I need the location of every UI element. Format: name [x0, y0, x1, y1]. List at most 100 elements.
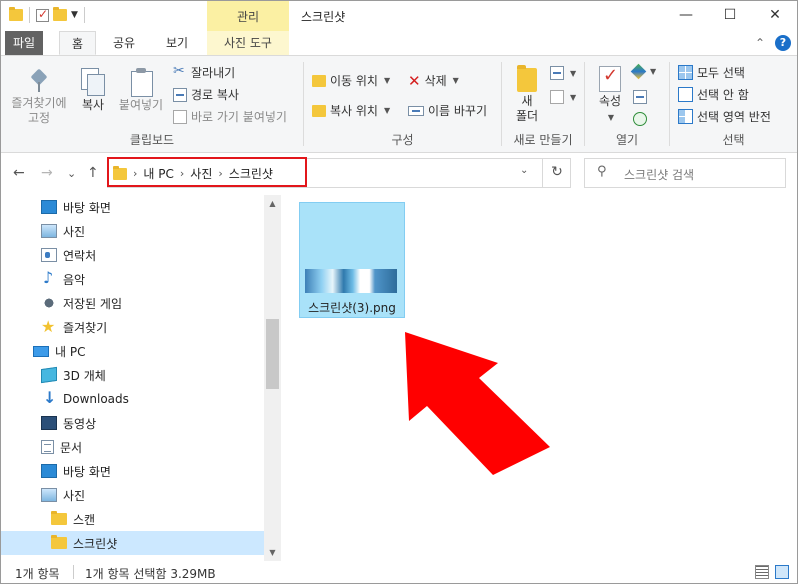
copy-path-icon	[173, 87, 187, 102]
move-to-button[interactable]: 이동 위치 ▼	[312, 72, 390, 89]
minimize-button[interactable]: —	[664, 1, 708, 31]
tree-item-desktop-2[interactable]: 바탕 화면	[41, 459, 111, 483]
ribbon: 즐겨찾기에고정 복사 붙여넣기 잘라내기 경로 복사 바로 가기 붙여넣기	[1, 55, 797, 153]
tab-share[interactable]: 공유	[101, 31, 147, 55]
chevron-down-icon: ▼	[452, 76, 459, 85]
scroll-up-icon[interactable]: ▲	[264, 195, 281, 212]
easy-access-button[interactable]: ▼	[550, 90, 576, 104]
properties-quick-icon[interactable]	[36, 7, 49, 22]
edit-button[interactable]	[633, 90, 647, 104]
folder-icon	[9, 7, 23, 21]
tree-item-pictures[interactable]: 사진	[41, 219, 85, 243]
desktop-icon	[41, 464, 57, 478]
paste-shortcut-label: 바로 가기 붙여넣기	[191, 110, 287, 124]
delete-button[interactable]: ✕ 삭제 ▼	[408, 72, 459, 89]
rename-button[interactable]: 이름 바꾸기	[408, 102, 487, 119]
tree-item-music[interactable]: 음악	[41, 267, 85, 291]
invert-selection-button[interactable]: 선택 영역 반전	[678, 108, 771, 125]
navigation-scrollbar[interactable]: ▲ ▼	[264, 195, 281, 561]
move-to-label: 이동 위치	[330, 74, 378, 88]
delete-label: 삭제	[424, 74, 447, 88]
tree-item-favorites[interactable]: 즐겨찾기	[41, 315, 107, 339]
documents-icon	[41, 440, 54, 454]
tab-picture-tools[interactable]: 사진 도구	[207, 31, 289, 55]
new-item-button[interactable]: ▼	[550, 66, 576, 80]
tree-item-label: 사진	[63, 488, 86, 503]
large-icons-view-icon[interactable]	[775, 565, 789, 579]
paste-button[interactable]: 붙여넣기	[113, 68, 169, 113]
details-view-icon[interactable]	[755, 565, 769, 579]
open-button[interactable]: ▼	[630, 63, 657, 80]
status-bar: 1개 항목 1개 항목 선택함 3.29MB	[1, 561, 797, 583]
refresh-button[interactable]: ↻	[542, 158, 571, 188]
quick-access-toolbar: ▼	[9, 7, 87, 23]
group-label-new: 새로 만들기	[513, 133, 573, 147]
pictures-icon	[41, 488, 57, 502]
tree-item-screenshots[interactable]: 스크린샷	[1, 531, 264, 555]
recent-locations-button[interactable]: ⌄	[67, 167, 76, 180]
back-button[interactable]: ←	[13, 165, 25, 181]
group-open: 속성 ▼ ▼ 열기	[585, 56, 669, 152]
status-separator	[73, 565, 74, 579]
file-name-label: 스크린샷(3).png	[308, 301, 396, 315]
up-button[interactable]: ↑	[87, 165, 99, 181]
tree-item-videos[interactable]: 동영상	[41, 411, 96, 435]
forward-button[interactable]: →	[41, 165, 53, 181]
new-folder-quick-icon[interactable]	[53, 7, 67, 21]
customize-toolbar-dropdown-icon[interactable]: ▼	[71, 10, 78, 20]
group-label-select: 선택	[722, 133, 745, 147]
new-folder-button[interactable]: 새 폴더	[512, 65, 542, 124]
tree-item-desktop[interactable]: 바탕 화면	[41, 195, 111, 219]
tree-item-this-pc[interactable]: 내 PC	[33, 339, 85, 363]
paste-shortcut-icon	[173, 109, 187, 124]
tree-item-scans[interactable]: 스캔	[51, 507, 95, 531]
rename-icon	[408, 105, 424, 116]
group-new: 새 폴더 ▼ ▼ 새로 만들기	[502, 56, 584, 152]
copy-path-button[interactable]: 경로 복사	[173, 86, 239, 103]
group-label-clipboard: 클립보드	[129, 133, 175, 147]
videos-icon	[41, 416, 57, 430]
collapse-ribbon-icon[interactable]: ⌃	[755, 36, 765, 50]
history-button[interactable]	[633, 112, 647, 126]
status-item-count: 1개 항목	[15, 567, 60, 581]
rename-label: 이름 바꾸기	[428, 104, 488, 118]
properties-button[interactable]: 속성 ▼	[593, 66, 627, 125]
address-dropdown-icon[interactable]: ⌄	[520, 165, 528, 176]
tree-item-saved-games[interactable]: 저장된 게임	[41, 291, 122, 315]
folder-icon	[51, 535, 67, 549]
tab-file[interactable]: 파일	[5, 31, 43, 55]
scrollbar-thumb[interactable]	[266, 319, 279, 389]
copy-to-button[interactable]: 복사 위치 ▼	[312, 102, 390, 119]
close-button[interactable]: ✕	[753, 1, 797, 31]
select-none-button[interactable]: 선택 안 함	[678, 86, 749, 103]
3d-objects-icon	[41, 366, 57, 384]
help-icon[interactable]: ?	[775, 35, 791, 51]
new-folder-label-2: 폴더	[515, 109, 539, 123]
chevron-down-icon: ▼	[570, 68, 577, 78]
tree-item-label: 내 PC	[55, 344, 86, 359]
scroll-down-icon[interactable]: ▼	[264, 544, 281, 561]
chevron-down-icon: ▼	[650, 67, 657, 76]
maximize-button[interactable]: ☐	[708, 1, 752, 31]
tab-home[interactable]: 홈	[59, 31, 97, 55]
tree-item-pictures-2[interactable]: 사진	[41, 483, 85, 507]
copy-button[interactable]: 복사	[73, 68, 113, 113]
tree-item-label: 바탕 화면	[63, 200, 111, 215]
cut-button[interactable]: 잘라내기	[173, 63, 235, 81]
ribbon-tab-row: 파일 홈 공유 보기 사진 도구 ⌃ ?	[1, 31, 797, 55]
tab-view[interactable]: 보기	[154, 31, 200, 55]
copy-to-label: 복사 위치	[330, 104, 378, 118]
tree-item-downloads[interactable]: Downloads	[41, 387, 129, 411]
tree-item-label: Downloads	[63, 392, 129, 406]
select-none-label: 선택 안 함	[697, 88, 749, 102]
tree-item-documents[interactable]: 문서	[41, 435, 82, 459]
invert-selection-label: 선택 영역 반전	[697, 110, 771, 124]
paste-shortcut-button[interactable]: 바로 가기 붙여넣기	[173, 108, 287, 125]
select-all-button[interactable]: 모두 선택	[678, 64, 745, 81]
toolbar-separator	[29, 7, 30, 23]
tree-item-3d-objects[interactable]: 3D 개체	[41, 363, 106, 387]
select-all-icon	[678, 65, 693, 80]
tree-item-contacts[interactable]: 연락처	[41, 243, 96, 267]
navigation-pane: 바탕 화면 사진 연락처 음악 저장된 게임 즐겨찾기 내 PC 3D 개체 D…	[1, 195, 281, 561]
pin-to-quick-access-button[interactable]: 즐겨찾기에 고정	[7, 68, 71, 126]
